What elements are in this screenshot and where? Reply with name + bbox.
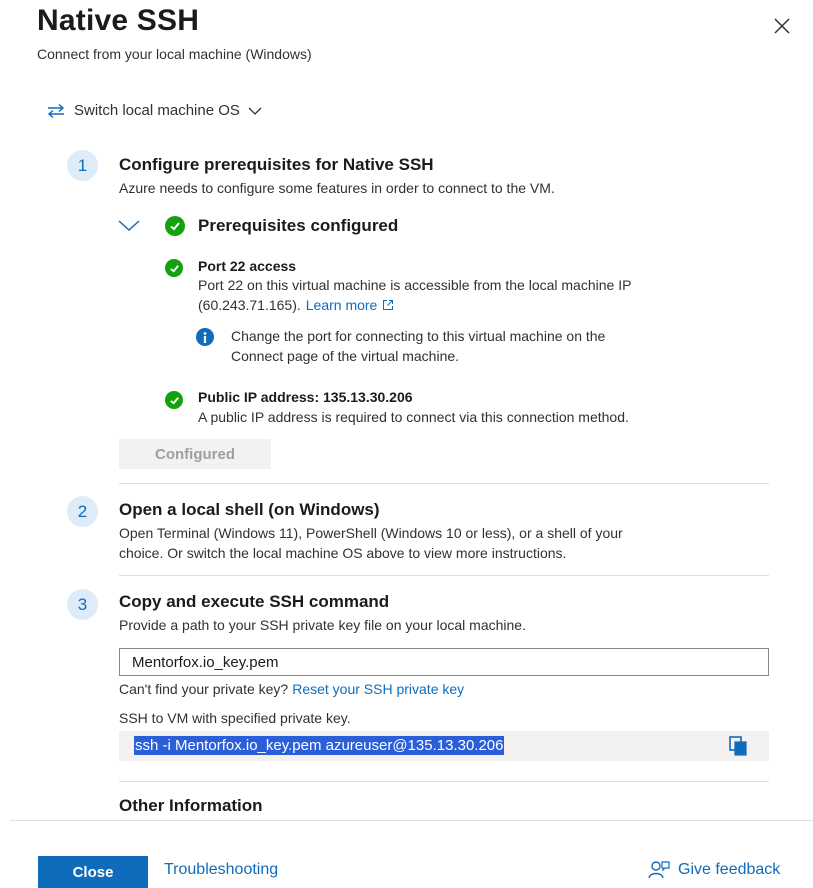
port-22-line1: Port 22 on this virtual machine is acces… [198, 277, 632, 293]
cant-find-key-text: Can't find your private key? [119, 681, 289, 697]
prereq-title: Prerequisites configured [198, 216, 399, 235]
step-2-line1: Open Terminal (Windows 11), PowerShell (… [119, 525, 623, 541]
reset-ssh-key-link[interactable]: Reset your SSH private key [292, 679, 464, 699]
step-1-number: 1 [67, 150, 98, 181]
check-circle-icon [165, 216, 185, 236]
port-22-title: Port 22 access [198, 258, 297, 274]
public-ip-title: Public IP address: 135.13.30.206 [198, 389, 413, 405]
private-key-path-input[interactable]: Mentorfox.io_key.pem [119, 648, 769, 676]
ssh-label: SSH to VM with specified private key. [119, 710, 351, 726]
step-1-description: Azure needs to configure some features i… [119, 180, 555, 196]
switch-arrows-icon [47, 103, 65, 118]
step-3-number: 3 [67, 589, 98, 620]
divider [119, 575, 769, 576]
info-icon [196, 328, 214, 346]
learn-more-link[interactable]: Learn more [306, 295, 378, 315]
close-button[interactable]: Close [38, 856, 148, 888]
close-panel-button[interactable] [770, 14, 794, 38]
chevron-down-icon [118, 220, 140, 232]
page-title: Native SSH [37, 4, 200, 37]
footer-divider [10, 820, 813, 821]
configured-button[interactable]: Configured [119, 439, 271, 469]
give-feedback-button[interactable]: Give feedback [648, 860, 780, 880]
close-icon [774, 18, 790, 34]
step-2-line2: choice. Or switch the local machine OS a… [119, 545, 567, 561]
ssh-command-text[interactable]: ssh -i Mentorfox.io_key.pem azureuser@13… [134, 736, 505, 755]
divider [119, 483, 769, 484]
other-info-heading[interactable]: Other Information [119, 796, 263, 816]
step-3-description: Provide a path to your SSH private key f… [119, 617, 526, 633]
info-line2: Connect page of the virtual machine. [231, 348, 460, 364]
switch-os-button[interactable]: Switch local machine OS [46, 102, 262, 119]
step-1-title: Configure prerequisites for Native SSH [119, 155, 434, 174]
copy-icon [729, 736, 747, 756]
give-feedback-label: Give feedback [678, 861, 781, 878]
step-3-title: Copy and execute SSH command [119, 592, 390, 611]
feedback-person-icon [648, 861, 670, 879]
check-circle-icon [165, 259, 183, 277]
info-line1: Change the port for connecting to this v… [231, 328, 606, 344]
external-link-icon [383, 300, 394, 310]
troubleshooting-link[interactable]: Troubleshooting [164, 861, 278, 879]
check-circle-icon [165, 391, 183, 409]
copy-command-button[interactable] [727, 734, 749, 758]
step-2-number: 2 [67, 496, 98, 527]
page-subtitle: Connect from your local machine (Windows… [37, 46, 312, 62]
public-ip-description: A public IP address is required to conne… [198, 409, 629, 425]
switch-os-label: Switch local machine OS [74, 102, 240, 119]
divider [119, 781, 769, 782]
prereq-collapse-toggle[interactable] [117, 218, 141, 234]
port-22-ip: (60.243.71.165). [198, 297, 301, 313]
step-2-title: Open a local shell (on Windows) [119, 500, 380, 519]
chevron-down-icon [248, 107, 262, 115]
